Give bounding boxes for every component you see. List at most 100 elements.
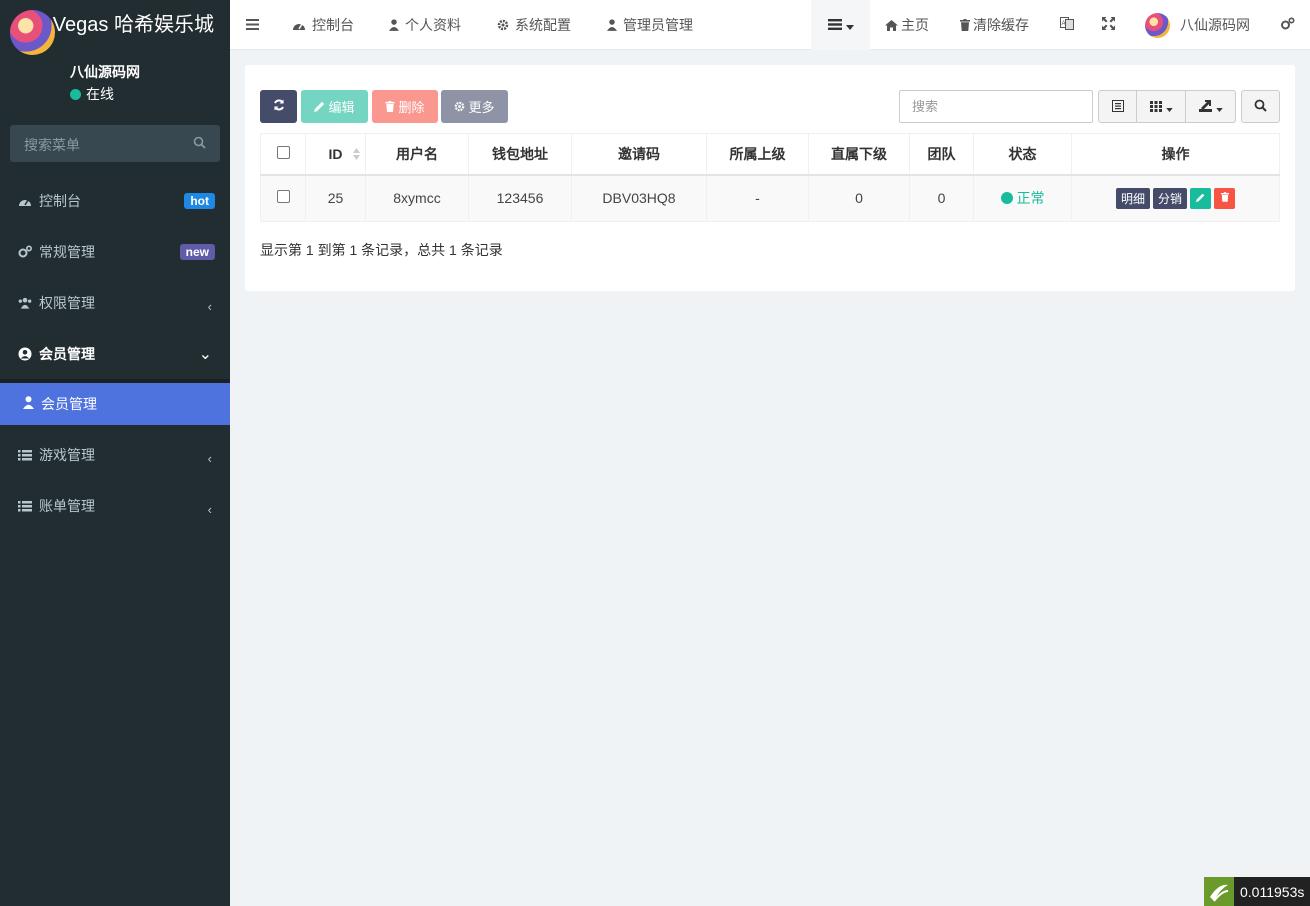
column-header-username[interactable]: 用户名: [365, 133, 469, 176]
user-status: 在线: [70, 85, 140, 103]
cell-parent: -: [706, 174, 809, 222]
sidebar-item-general[interactable]: 常规管理 new: [0, 226, 230, 277]
row-delete-button[interactable]: [1214, 187, 1236, 209]
column-header-parent[interactable]: 所属上级: [706, 133, 809, 176]
row-edit-button[interactable]: [1190, 187, 1212, 209]
select-all-checkbox[interactable]: [276, 145, 290, 159]
hot-badge: hot: [184, 193, 215, 209]
tab-profile[interactable]: 个人资料: [389, 0, 461, 50]
column-header-status[interactable]: 状态: [973, 133, 1072, 176]
trash-icon: [385, 101, 396, 112]
table-search-button[interactable]: [1241, 90, 1280, 123]
clear-cache-label: 清除缓存: [973, 17, 1029, 33]
tab-system-config[interactable]: 系统配置: [497, 0, 571, 50]
edit-button[interactable]: 编辑: [301, 90, 368, 123]
toggle-view-button[interactable]: [1099, 91, 1137, 122]
columns-dropdown[interactable]: [1137, 91, 1186, 122]
select-all-cell: [260, 133, 306, 176]
home-icon: [885, 19, 898, 31]
sidebar-item-bill[interactable]: 账单管理 ‹: [0, 480, 230, 531]
clear-cache-button[interactable]: 清除缓存: [960, 0, 1029, 50]
column-header-label: ID: [328, 145, 343, 162]
tab-admin-manage[interactable]: 管理员管理: [607, 0, 693, 50]
search-icon[interactable]: [193, 136, 206, 152]
pencil-icon: [1196, 191, 1205, 205]
control-sidebar-toggle[interactable]: [1280, 0, 1295, 50]
translate-icon: A: [1060, 17, 1074, 33]
sidebar: Las Vegas 哈希娱乐城 八仙源码网 在线 搜索菜单 控制台 hot 常规…: [0, 0, 230, 906]
expand-icon: [1102, 17, 1115, 33]
chevron-left-icon: ‹: [207, 451, 212, 466]
export-dropdown[interactable]: [1186, 91, 1235, 122]
column-header-wallet[interactable]: 钱包地址: [468, 133, 572, 176]
trace-time: 0.011953s: [1240, 883, 1305, 900]
status-label: 正常: [1016, 190, 1045, 207]
distribute-button[interactable]: 分销: [1153, 187, 1188, 209]
sidebar-item-label: 账单管理: [39, 497, 95, 514]
column-header-invite[interactable]: 邀请码: [571, 133, 707, 176]
sidebar-item-game[interactable]: 游戏管理 ‹: [0, 429, 230, 480]
delete-label: 删除: [398, 100, 425, 115]
cell-wallet: 123456: [468, 174, 572, 222]
menu-search-input[interactable]: 搜索菜单: [10, 125, 220, 162]
user-menu[interactable]: 八仙源码网: [1145, 0, 1250, 50]
detail-button[interactable]: 明细: [1115, 187, 1150, 209]
cell-operate: 明细 分销: [1071, 174, 1280, 222]
sidebar-item-permission[interactable]: 权限管理 ‹: [0, 277, 230, 328]
sidebar-item-dashboard[interactable]: 控制台 hot: [0, 175, 230, 226]
tab-label: 控制台: [312, 17, 354, 33]
export-icon: [1198, 99, 1212, 115]
list-icon: [18, 448, 32, 462]
table-search-input[interactable]: 搜索: [899, 90, 1093, 123]
user-icon: [23, 396, 34, 412]
cogs-icon: [1280, 16, 1295, 34]
more-tabs-dropdown[interactable]: [811, 0, 870, 50]
status-dot-icon: [1000, 192, 1013, 205]
sidebar-subitem-member[interactable]: 会员管理: [0, 379, 230, 425]
user-name: 八仙源码网: [70, 64, 140, 80]
page-trace-badge[interactable]: 0.011953s: [1204, 877, 1310, 906]
hamburger-icon: [246, 17, 259, 33]
thinkphp-logo-icon: [1204, 877, 1234, 906]
sidebar-item-label: 控制台: [39, 192, 81, 209]
fullscreen-button[interactable]: [1102, 0, 1115, 50]
caret-down-icon: [1215, 99, 1223, 115]
avatar: [10, 10, 55, 55]
column-header-id[interactable]: ID: [305, 133, 366, 176]
gear-icon: [454, 101, 465, 112]
home-label: 主页: [901, 17, 929, 33]
refresh-button[interactable]: [260, 90, 297, 123]
column-header-direct[interactable]: 直属下级: [808, 133, 910, 176]
list-alt-icon: [1111, 99, 1124, 115]
cell-invite: DBV03HQ8: [571, 174, 707, 222]
sidebar-toggle-button[interactable]: [246, 0, 259, 50]
user-circle-icon: [18, 347, 32, 361]
delete-button[interactable]: 删除: [372, 90, 438, 123]
cell-team: 0: [909, 174, 974, 222]
cell-username: 8xymcc: [365, 174, 469, 222]
tabs-list-icon: [827, 17, 842, 33]
edit-label: 编辑: [328, 100, 355, 115]
more-label: 更多: [468, 100, 495, 115]
refresh-icon: [273, 99, 285, 114]
cell-status: 正常: [973, 174, 1072, 222]
row-select-cell: [260, 174, 306, 222]
caret-down-icon: [845, 17, 854, 33]
user-icon: [607, 19, 617, 31]
row-checkbox[interactable]: [276, 190, 290, 204]
dashboard-icon: [18, 194, 32, 208]
home-link[interactable]: 主页: [885, 0, 929, 50]
online-dot-icon: [70, 88, 81, 100]
more-button[interactable]: 更多: [441, 90, 508, 123]
tab-label: 个人资料: [405, 17, 461, 33]
dashboard-icon: [292, 19, 306, 31]
sidebar-item-member[interactable]: 会员管理 ⌄: [0, 328, 230, 379]
column-header-operate: 操作: [1071, 133, 1280, 176]
tab-dashboard[interactable]: 控制台: [292, 0, 354, 50]
trash-icon: [960, 19, 970, 31]
sidebar-item-label: 会员管理: [39, 345, 95, 362]
group-icon: [18, 296, 32, 310]
column-header-team[interactable]: 团队: [909, 133, 974, 176]
sidebar-menu: 控制台 hot 常规管理 new 权限管理 ‹ 会员管理 ⌄ 会员管理 游戏管理…: [0, 175, 230, 531]
language-button[interactable]: A: [1060, 0, 1074, 50]
